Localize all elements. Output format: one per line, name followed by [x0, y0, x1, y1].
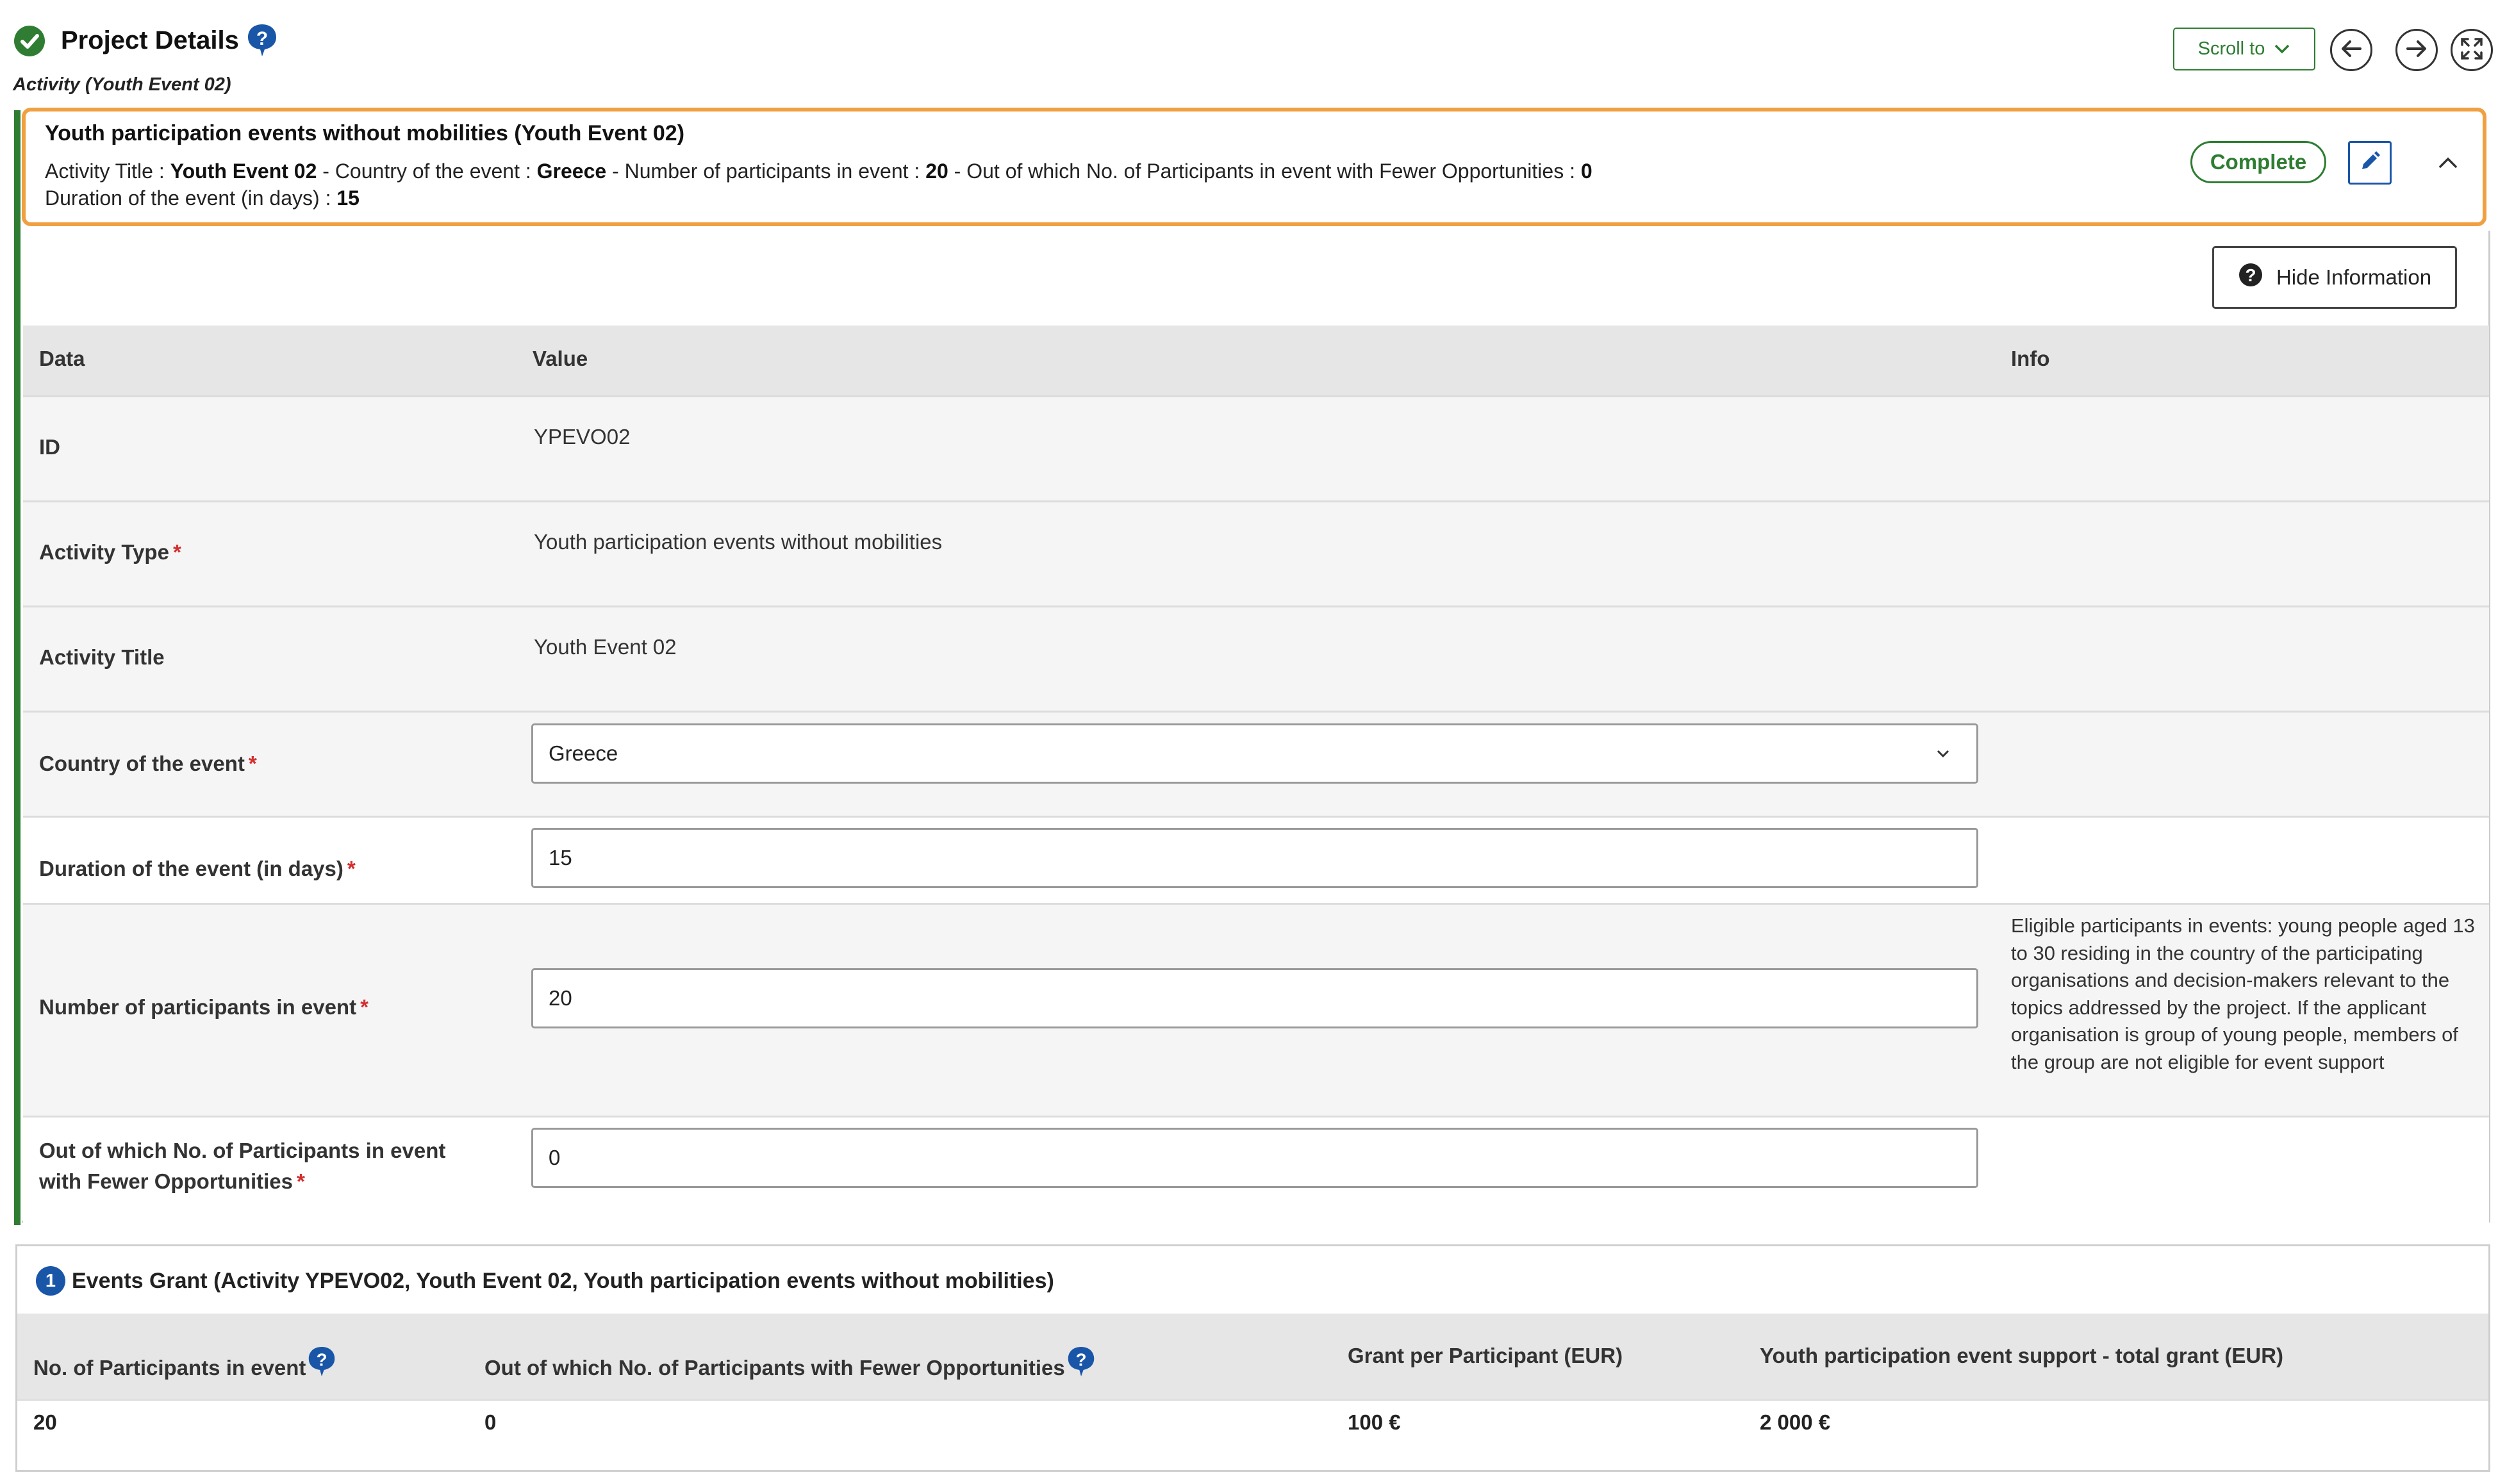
table-row — [23, 397, 2489, 502]
activity-summary-line-1: Activity Title : Youth Event 02 - Countr… — [45, 158, 1592, 185]
row-label-activity-type: Activity Type * — [39, 537, 181, 568]
summary-country-label: - Country of the event : — [317, 160, 537, 183]
required-marker: * — [172, 540, 181, 564]
row-label-fewer-opportunities-line-2-text: with Fewer Opportunities — [39, 1169, 294, 1193]
grant-title: Events Grant (Activity YPEVO02, Youth Ev… — [72, 1269, 1054, 1293]
required-marker: * — [297, 1169, 305, 1193]
scroll-to-button[interactable]: Scroll to — [2173, 28, 2315, 70]
table-row — [23, 607, 2489, 713]
required-marker: * — [360, 995, 368, 1019]
check-circle-icon — [14, 26, 45, 56]
summary-duration-value: 15 — [336, 186, 360, 210]
svg-text:?: ? — [256, 28, 268, 49]
row-label-duration: Duration of the event (in days) * — [39, 853, 356, 884]
column-header-data: Data — [39, 347, 85, 370]
chevron-up-icon[interactable] — [2434, 149, 2462, 177]
column-header-value: Value — [533, 347, 588, 370]
column-header-info: Info — [2011, 347, 2050, 370]
table-row — [23, 502, 2489, 607]
grant-cell-participants: 20 — [33, 1410, 57, 1434]
arrow-right-icon — [2405, 38, 2428, 62]
page-title: Project Details — [61, 26, 239, 54]
hide-information-button[interactable]: ? Hide Information — [2212, 246, 2457, 309]
row-label-country: Country of the event * — [39, 748, 257, 779]
grant-cell-total-grant: 2 000 € — [1760, 1410, 1831, 1434]
grant-column-participants: No. of Participants in event? — [33, 1346, 336, 1382]
summary-duration-label: Duration of the event (in days) : — [45, 186, 337, 210]
activity-status-bar — [14, 110, 21, 1225]
next-button[interactable] — [2395, 29, 2438, 71]
grant-column-total-grant: Youth participation event support - tota… — [1760, 1344, 2284, 1367]
edit-button[interactable] — [2348, 141, 2392, 185]
grant-column-fewer-opportunities: Out of which No. of Participants with Fe… — [484, 1346, 1096, 1382]
row-label-fewer-opportunities-line-1: Out of which No. of Participants in even… — [39, 1139, 446, 1162]
grant-column-grant-per-participant: Grant per Participant (EUR) — [1348, 1344, 1623, 1367]
page-subtitle: Activity (Youth Event 02) — [13, 74, 231, 95]
summary-participants-label: - Number of participants in event : — [606, 160, 926, 183]
status-badge: Complete — [2190, 141, 2326, 183]
row-label-activity-title: Activity Title — [39, 645, 165, 669]
svg-text:?: ? — [317, 1349, 327, 1369]
chevron-down-icon — [1933, 743, 1953, 764]
fullscreen-icon — [2460, 37, 2484, 64]
hide-information-label: Hide Information — [2276, 265, 2432, 289]
row-label-participants-text: Number of participants in event — [39, 995, 357, 1019]
required-marker: * — [248, 752, 257, 775]
summary-activity-title-value: Youth Event 02 — [170, 160, 317, 183]
fewer-opportunities-input[interactable]: 0 — [531, 1128, 1978, 1188]
svg-text:?: ? — [1075, 1349, 1086, 1369]
scroll-to-label: Scroll to — [2197, 38, 2265, 59]
participants-input[interactable]: 20 — [531, 968, 1978, 1028]
summary-participants-value: 20 — [925, 160, 948, 183]
row-value-activity-title: Youth Event 02 — [534, 635, 677, 659]
row-value-activity-type: Youth participation events without mobil… — [534, 530, 943, 554]
help-circle-icon: ? — [2238, 262, 2263, 293]
row-label-id: ID — [39, 435, 60, 459]
arrow-left-icon — [2340, 38, 2363, 62]
summary-activity-title-label: Activity Title : — [45, 160, 170, 183]
details-table-header — [23, 326, 2489, 397]
activity-summary-line-2: Duration of the event (in days) : 15 — [45, 185, 360, 211]
grant-cell-fewer-opportunities: 0 — [484, 1410, 497, 1434]
participants-info-text: Eligible participants in events: young p… — [2011, 914, 2475, 1073]
summary-country-value: Greece — [536, 160, 607, 183]
pencil-icon — [2359, 151, 2381, 176]
row-label-fewer-opportunities: Out of which No. of Participants in even… — [39, 1135, 445, 1197]
row-label-duration-text: Duration of the event (in days) — [39, 857, 343, 880]
help-icon[interactable]: ? — [1066, 1346, 1096, 1378]
row-label-country-text: Country of the event — [39, 752, 245, 775]
duration-input[interactable]: 15 — [531, 828, 1978, 888]
summary-fewer-opp-label: - Out of which No. of Participants in ev… — [948, 160, 1581, 183]
grant-column-participants-text: No. of Participants in event — [33, 1356, 306, 1380]
chevron-down-icon — [2274, 38, 2290, 60]
table-row — [17, 1399, 2488, 1470]
country-select[interactable]: Greece — [531, 723, 1978, 784]
row-label-fewer-opportunities-line-2: with Fewer Opportunities * — [39, 1166, 445, 1197]
svg-text:?: ? — [2245, 265, 2256, 285]
required-marker: * — [347, 857, 356, 880]
grant-column-fewer-opportunities-text: Out of which No. of Participants with Fe… — [484, 1356, 1065, 1380]
previous-button[interactable] — [2330, 29, 2372, 71]
row-label-activity-type-text: Activity Type — [39, 540, 169, 564]
help-icon[interactable]: ? — [307, 1346, 336, 1378]
help-icon[interactable]: ? — [246, 23, 278, 58]
country-select-value: Greece — [549, 741, 618, 765]
row-label-participants: Number of participants in event * — [39, 992, 368, 1023]
activity-card-title: Youth participation events without mobil… — [45, 121, 685, 145]
summary-fewer-opp-value: 0 — [1580, 160, 1592, 183]
row-value-id: YPEVO02 — [534, 425, 631, 449]
grant-cell-grant-per-participant: 100 € — [1348, 1410, 1401, 1434]
grant-number-badge: 1 — [36, 1266, 65, 1296]
fullscreen-button[interactable] — [2451, 29, 2493, 71]
